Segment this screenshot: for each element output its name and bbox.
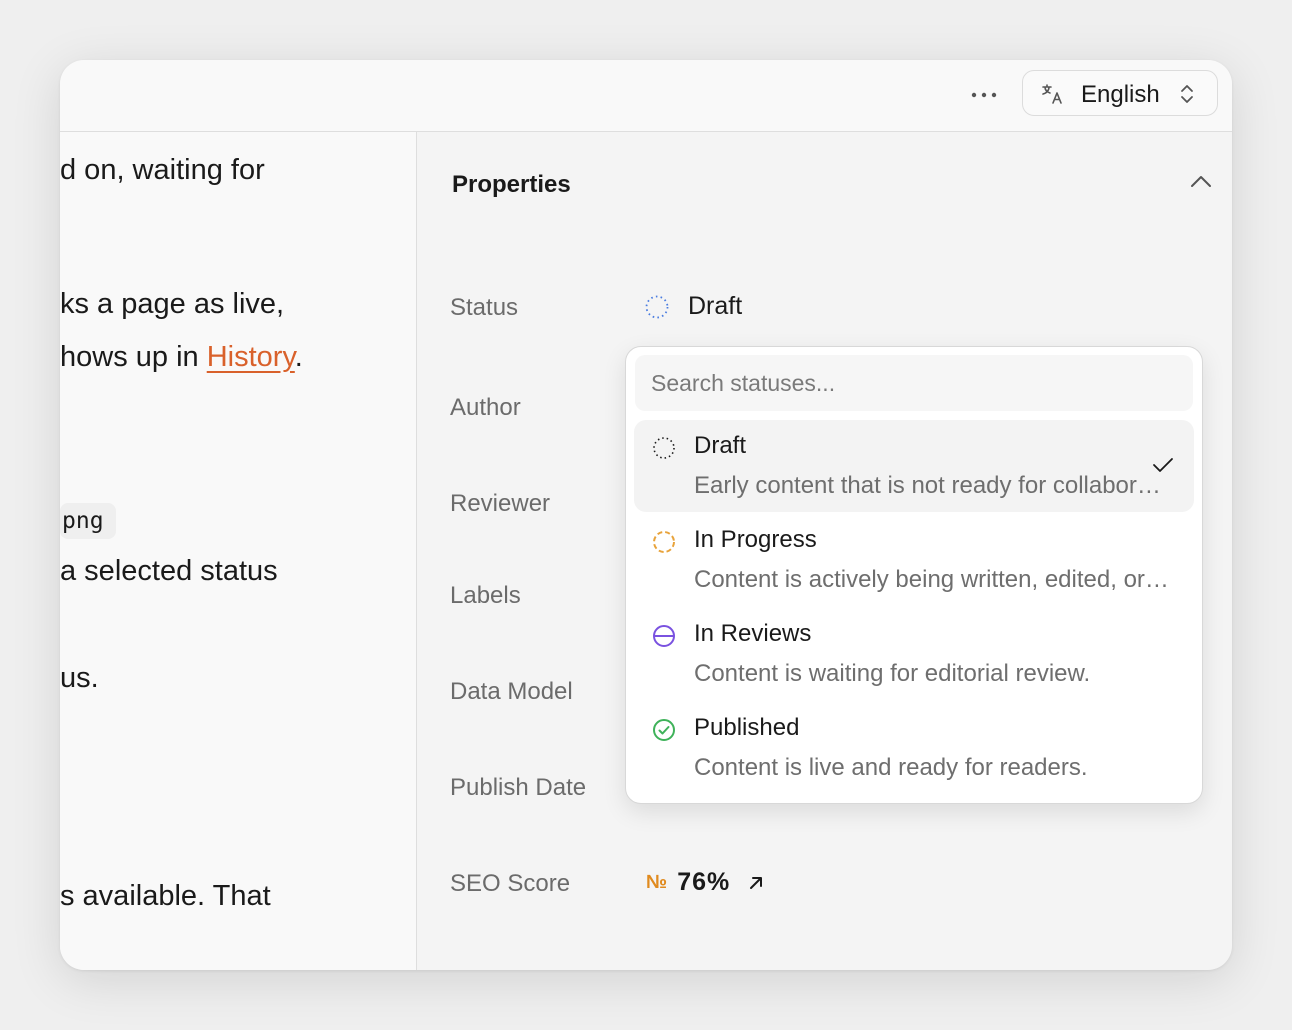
author-label: Author	[450, 394, 521, 421]
option-name: Draft	[694, 432, 747, 459]
content-text: .	[294, 341, 303, 373]
app-window: English d on, waiting for ks a page as l…	[60, 60, 1232, 970]
status-search-input[interactable]	[635, 355, 1193, 411]
data-model-label: Data Model	[450, 678, 573, 705]
content-line: us.	[60, 662, 99, 694]
top-bar: English	[60, 60, 1232, 132]
option-description: Content is live and ready for readers.	[694, 754, 1088, 781]
language-selector[interactable]: English	[1022, 70, 1218, 116]
half-circle-icon	[653, 625, 675, 647]
status-value: Draft	[688, 292, 743, 320]
arrow-up-right-icon[interactable]	[746, 873, 766, 893]
option-name: In Reviews	[694, 620, 812, 647]
status-label: Status	[450, 294, 519, 321]
seo-score-field[interactable]: № 76%	[646, 868, 766, 897]
status-dropdown: Draft Early content that is not ready fo…	[625, 346, 1203, 804]
content-text: hows up in	[60, 341, 199, 373]
option-description: Content is actively being written, edite…	[694, 566, 1172, 593]
check-circle-icon	[653, 719, 675, 741]
status-option-in-reviews[interactable]: In Reviews Content is waiting for editor…	[634, 608, 1194, 700]
ellipsis-icon	[971, 92, 997, 98]
content-line: d on, waiting for	[60, 154, 265, 186]
content-line: s available. That	[60, 880, 271, 912]
status-option-published[interactable]: Published Content is live and ready for …	[634, 702, 1194, 794]
document-content: d on, waiting for ks a page as live, how…	[60, 132, 417, 970]
dashed-circle-icon	[653, 531, 675, 553]
number-sign-icon: №	[646, 871, 668, 893]
language-label: English	[1081, 81, 1160, 108]
option-name: Published	[694, 714, 800, 741]
option-description: Early content that is not ready for coll…	[694, 472, 1172, 499]
history-link[interactable]: History	[207, 341, 295, 373]
content-line: hows up in History.	[60, 341, 303, 374]
reviewer-label: Reviewer	[450, 490, 551, 517]
checkmark-icon	[1153, 458, 1173, 472]
status-option-in-progress[interactable]: In Progress Content is actively being wr…	[634, 514, 1194, 606]
option-name: In Progress	[694, 526, 817, 553]
status-option-draft[interactable]: Draft Early content that is not ready fo…	[634, 420, 1194, 512]
seo-score-label: SEO Score	[450, 870, 571, 897]
more-options-button[interactable]	[964, 80, 1004, 110]
status-field[interactable]: Draft	[644, 292, 742, 321]
properties-title: Properties	[452, 171, 571, 198]
inline-code: png	[60, 503, 116, 539]
content-line: ks a page as live,	[60, 288, 285, 320]
seo-score-value: 76%	[677, 868, 731, 896]
option-description: Content is waiting for editorial review.	[694, 660, 1091, 687]
dotted-circle-icon	[653, 437, 675, 459]
content-line: a selected status	[60, 555, 278, 587]
chevron-up-icon[interactable]	[1190, 174, 1212, 188]
publish-date-label: Publish Date	[450, 774, 587, 801]
dotted-circle-icon	[645, 295, 669, 318]
labels-label: Labels	[450, 582, 521, 609]
chevron-up-down-icon	[1181, 85, 1193, 103]
translate-icon	[1042, 84, 1062, 104]
